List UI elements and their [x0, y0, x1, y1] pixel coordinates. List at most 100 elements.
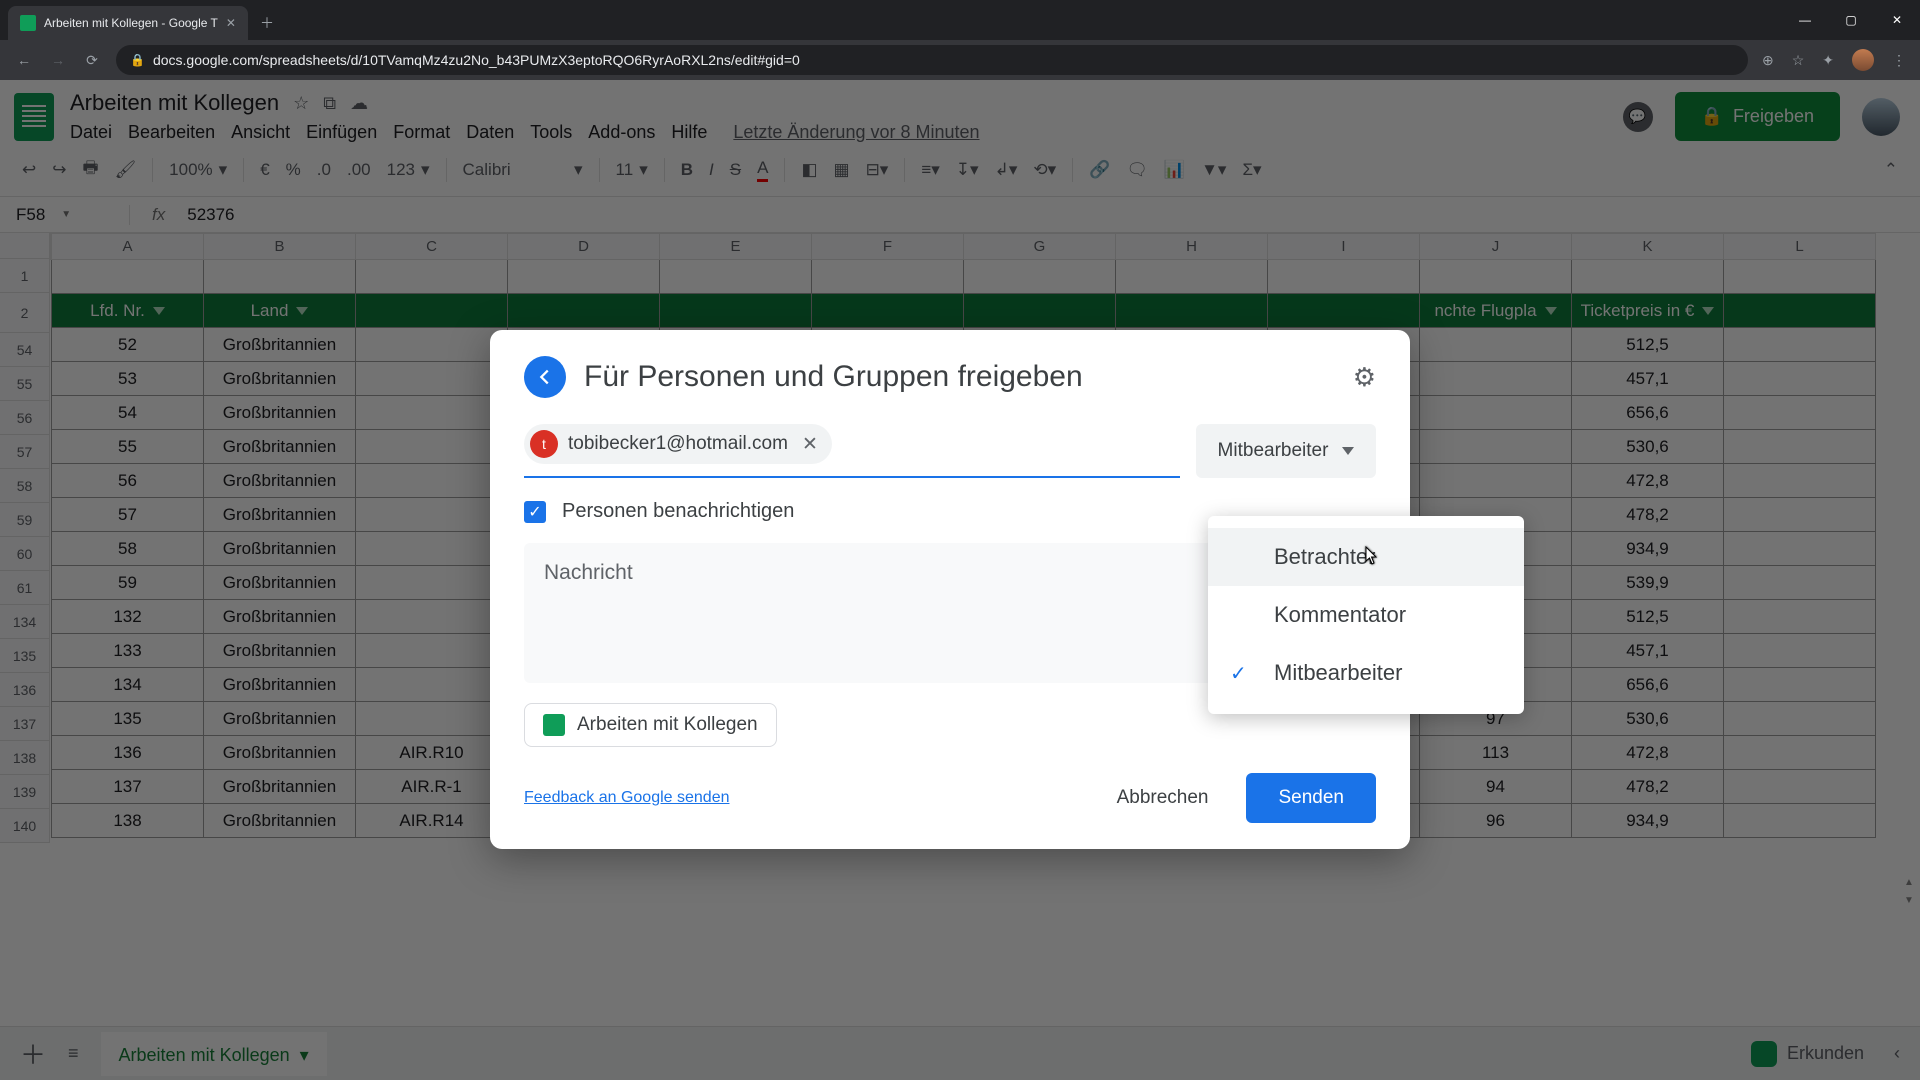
forward-button[interactable]: →	[48, 52, 68, 68]
fill-color-icon[interactable]: ◧	[801, 160, 817, 180]
cell[interactable]	[508, 260, 660, 294]
table-header-cell[interactable]	[508, 294, 660, 328]
undo-icon[interactable]: ↩	[22, 160, 36, 180]
column-header[interactable]: I	[1268, 234, 1420, 260]
move-icon[interactable]: ⧉	[323, 93, 336, 114]
row-header[interactable]: 60	[0, 537, 49, 571]
cell[interactable]	[1724, 668, 1876, 702]
menu-insert[interactable]: Einfügen	[306, 122, 377, 143]
toolbar-collapse-icon[interactable]: ⌃	[1884, 160, 1898, 180]
italic-icon[interactable]: I	[709, 160, 714, 180]
cell[interactable]: 457,1	[1572, 634, 1724, 668]
cell[interactable]	[1724, 736, 1876, 770]
column-header[interactable]: D	[508, 234, 660, 260]
explore-label[interactable]: Erkunden	[1787, 1043, 1864, 1064]
cell[interactable]: 136	[52, 736, 204, 770]
cell[interactable]	[1420, 430, 1572, 464]
cell[interactable]: Großbritannien	[204, 532, 356, 566]
cell[interactable]	[356, 260, 508, 294]
text-wrap-icon[interactable]: ↲▾	[995, 160, 1018, 180]
cell[interactable]: AIR.R10	[356, 736, 508, 770]
row-header[interactable]: 57	[0, 435, 49, 469]
browser-tab[interactable]: Arbeiten mit Kollegen - Google T ✕	[8, 6, 248, 40]
cell[interactable]: Großbritannien	[204, 770, 356, 804]
cell[interactable]: AIR.R-1	[356, 770, 508, 804]
browser-profile-avatar[interactable]	[1852, 49, 1874, 71]
column-header[interactable]: A	[52, 234, 204, 260]
text-color-icon[interactable]: A	[757, 158, 768, 182]
dialog-back-button[interactable]	[524, 356, 566, 398]
person-chip[interactable]: t tobibecker1@hotmail.com ✕	[524, 424, 832, 464]
cell[interactable]	[1724, 702, 1876, 736]
bookmark-icon[interactable]: ☆	[1792, 52, 1805, 69]
cell[interactable]: 52	[52, 328, 204, 362]
row-header[interactable]: 1	[0, 259, 49, 293]
cell[interactable]: 135	[52, 702, 204, 736]
cell[interactable]	[1724, 566, 1876, 600]
insert-link-icon[interactable]: 🔗	[1089, 160, 1110, 180]
cell[interactable]	[356, 464, 508, 498]
cell[interactable]	[52, 260, 204, 294]
cell[interactable]: Großbritannien	[204, 328, 356, 362]
cell[interactable]: 656,6	[1572, 668, 1724, 702]
cell[interactable]	[356, 362, 508, 396]
cloud-status-icon[interactable]: ☁	[350, 93, 368, 114]
role-option-editor[interactable]: ✓ Mitbearbeiter	[1208, 644, 1524, 702]
last-edit-label[interactable]: Letzte Änderung vor 8 Minuten	[733, 122, 979, 143]
horizontal-align-icon[interactable]: ≡▾	[921, 160, 939, 180]
cell[interactable]	[964, 260, 1116, 294]
decrease-decimal-icon[interactable]: .0	[317, 160, 331, 180]
cell[interactable]: 512,5	[1572, 600, 1724, 634]
row-header[interactable]: 135	[0, 639, 49, 673]
cell[interactable]	[1420, 260, 1572, 294]
cell[interactable]: 113	[1420, 736, 1572, 770]
paint-format-icon[interactable]: 🖌	[115, 160, 137, 180]
vertical-align-icon[interactable]: ↧▾	[956, 160, 979, 180]
cell[interactable]: 478,2	[1572, 498, 1724, 532]
functions-icon[interactable]: Σ▾	[1242, 160, 1261, 180]
column-header[interactable]: C	[356, 234, 508, 260]
cell[interactable]	[356, 498, 508, 532]
table-header-cell[interactable]	[356, 294, 508, 328]
cell[interactable]: 53	[52, 362, 204, 396]
number-format-select[interactable]: 123▾	[387, 160, 430, 180]
cell[interactable]	[1116, 260, 1268, 294]
row-header[interactable]: 139	[0, 775, 49, 809]
cell[interactable]	[1724, 362, 1876, 396]
cell[interactable]: 132	[52, 600, 204, 634]
filter-icon[interactable]: ▼▾	[1201, 160, 1226, 180]
column-header[interactable]: F	[812, 234, 964, 260]
vertical-scrollbar[interactable]: ▲ ▼	[1902, 233, 1916, 913]
merge-cells-icon[interactable]: ⊟▾	[866, 160, 889, 180]
cell[interactable]	[1724, 600, 1876, 634]
insert-chart-icon[interactable]: 📊	[1164, 160, 1185, 180]
menu-view[interactable]: Ansicht	[231, 122, 290, 143]
add-sheet-button[interactable]: ＋	[20, 1035, 46, 1072]
borders-icon[interactable]: ▦	[834, 160, 850, 180]
table-header-cell[interactable]: Ticketpreis in €	[1572, 294, 1724, 328]
text-rotate-icon[interactable]: ⟲▾	[1033, 160, 1056, 180]
cell[interactable]: 94	[1420, 770, 1572, 804]
explore-icon[interactable]	[1751, 1041, 1777, 1067]
cell[interactable]	[1724, 634, 1876, 668]
new-tab-button[interactable]: ＋	[248, 6, 286, 40]
row-header[interactable]: 136	[0, 673, 49, 707]
cell[interactable]: Großbritannien	[204, 396, 356, 430]
row-header[interactable]: 61	[0, 571, 49, 605]
tab-close-icon[interactable]: ✕	[226, 16, 236, 30]
menu-addons[interactable]: Add-ons	[588, 122, 655, 143]
cell[interactable]	[356, 396, 508, 430]
menu-tools[interactable]: Tools	[530, 122, 572, 143]
table-header-cell[interactable]	[812, 294, 964, 328]
people-input[interactable]: t tobibecker1@hotmail.com ✕	[524, 424, 1180, 478]
menu-help[interactable]: Hilfe	[671, 122, 707, 143]
cell[interactable]	[812, 260, 964, 294]
remove-chip-icon[interactable]: ✕	[798, 433, 822, 456]
window-maximize[interactable]: ▢	[1828, 0, 1874, 40]
cell[interactable]: AIR.R14	[356, 804, 508, 838]
row-header[interactable]: 140	[0, 809, 49, 843]
row-header[interactable]: 55	[0, 367, 49, 401]
table-header-cell[interactable]: Lfd. Nr.	[52, 294, 204, 328]
cell[interactable]: 56	[52, 464, 204, 498]
cell[interactable]	[356, 668, 508, 702]
